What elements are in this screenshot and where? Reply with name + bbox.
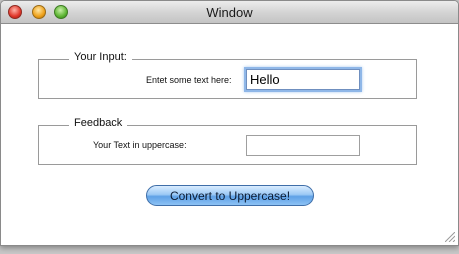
title-bar[interactable]: Window <box>1 1 458 24</box>
window-title: Window <box>206 5 253 20</box>
input-group-legend: Your Input: <box>69 51 132 63</box>
input-text-field[interactable] <box>246 69 360 90</box>
uppercase-text-label: Your Text in uppercase: <box>93 140 187 150</box>
input-text-label: Entet some text here: <box>146 75 232 85</box>
resize-grip-icon[interactable] <box>445 232 455 242</box>
convert-to-uppercase-button[interactable]: Convert to Uppercase! <box>146 185 314 206</box>
feedback-group-legend: Feedback <box>69 117 128 129</box>
app-window: Window Your Input: Entet some text here:… <box>0 0 459 246</box>
uppercase-output-field[interactable] <box>246 135 360 156</box>
